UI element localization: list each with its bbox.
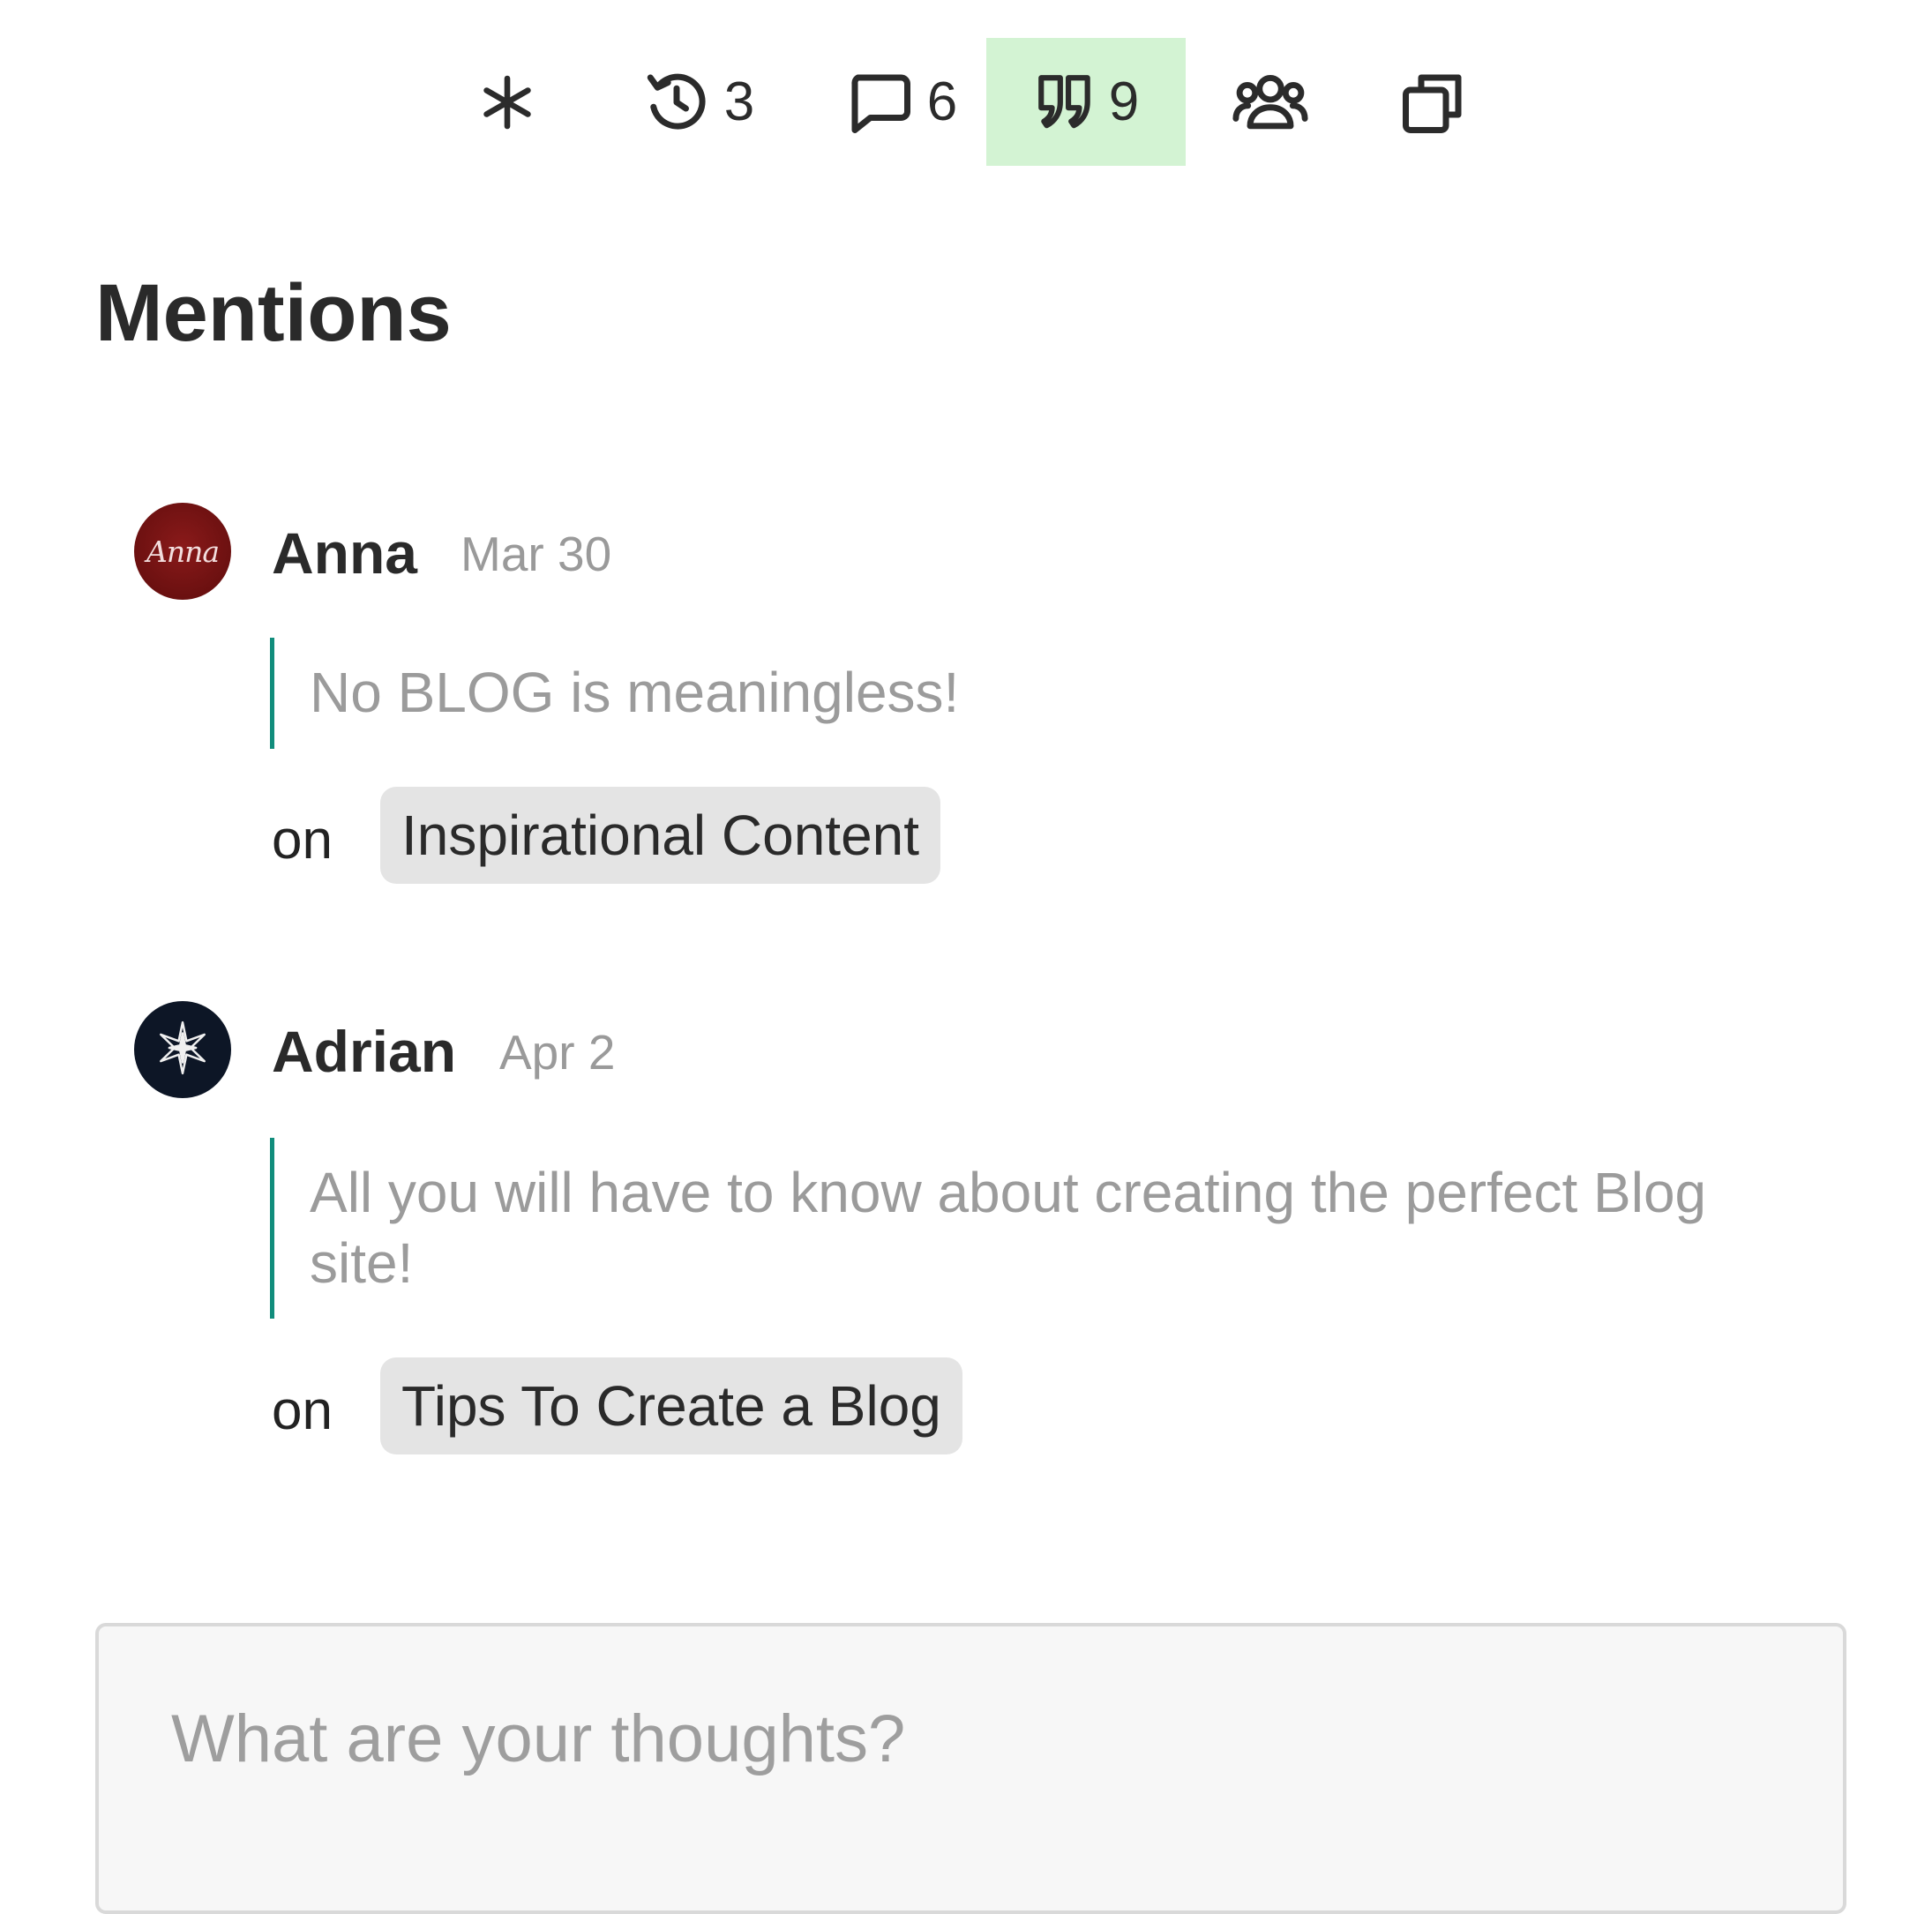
tab-history[interactable]: 3: [626, 38, 768, 166]
mention-quote: All you will have to know about creating…: [270, 1138, 1805, 1319]
tab-users[interactable]: [1222, 38, 1319, 166]
star-logo-icon: [154, 1019, 212, 1081]
tab-overview[interactable]: [459, 38, 556, 166]
asterisk-icon: [476, 71, 539, 134]
tab-comments[interactable]: 6: [829, 38, 970, 166]
mention-author[interactable]: Adrian: [272, 1022, 456, 1080]
panel-toolbar: 3 6 9: [0, 38, 1932, 166]
on-label: on: [272, 1380, 333, 1441]
comment-input[interactable]: [169, 1697, 1761, 1815]
mention-author[interactable]: Anna: [272, 524, 417, 582]
tab-copies[interactable]: [1385, 38, 1482, 166]
copy-icon: [1397, 65, 1471, 139]
post-link[interactable]: Tips To Create a Blog: [380, 1357, 962, 1454]
users-icon: [1230, 62, 1311, 143]
on-label: on: [272, 810, 333, 871]
mentions-count: 9: [1108, 71, 1140, 132]
comment-icon: [842, 65, 917, 139]
history-icon: [640, 65, 714, 139]
mention-item: Anna Anna Mar 30 No BLOG is meaningless!…: [0, 503, 1932, 900]
comment-box: [95, 1623, 1846, 1914]
mention-date: Mar 30: [461, 527, 612, 581]
history-count: 3: [723, 71, 755, 132]
quote-icon: [1033, 70, 1098, 135]
page-title: Mentions: [95, 268, 452, 358]
avatar[interactable]: [134, 1001, 231, 1098]
avatar-signature: Anna: [146, 534, 220, 569]
comments-count: 6: [926, 71, 958, 132]
mention-date: Apr 2: [499, 1025, 616, 1080]
mention-quote: No BLOG is meaningless!: [270, 638, 1717, 749]
avatar[interactable]: Anna: [134, 503, 231, 600]
mention-item: Adrian Apr 2 All you will have to know a…: [0, 1001, 1932, 1460]
tab-mentions[interactable]: 9: [986, 38, 1186, 166]
post-link[interactable]: Inspirational Content: [380, 787, 941, 884]
